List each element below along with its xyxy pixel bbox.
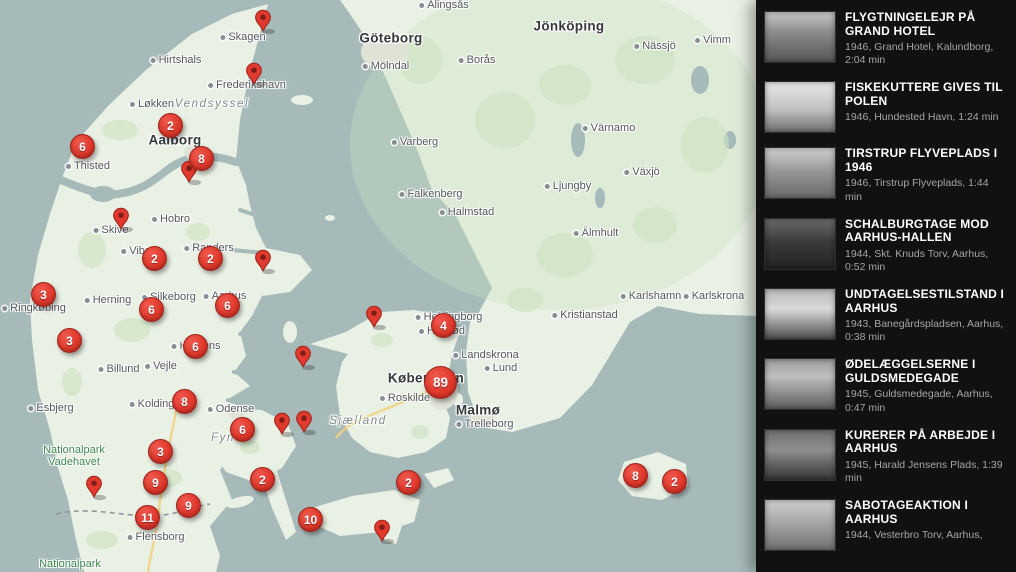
video-meta: 1946, Tirstrup Flyveplads, 1:44 min xyxy=(845,177,1008,203)
video-thumbnail[interactable] xyxy=(764,11,836,63)
video-sidebar: FLYGTNINGELEJR PÅ GRAND HOTEL 1946, Gran… xyxy=(756,0,1016,572)
cluster-count: 2 xyxy=(207,252,214,266)
cluster-marker[interactable]: 10 xyxy=(298,507,323,532)
cluster-count: 3 xyxy=(40,288,47,302)
video-title: TIRSTRUP FLYVEPLADS I 1946 xyxy=(845,147,1008,174)
video-meta: 1944, Vesterbro Torv, Aarhus, xyxy=(845,529,1008,542)
video-text: SABOTAGEAKTION I AARHUS 1944, Vesterbro … xyxy=(845,499,1008,542)
cluster-marker[interactable]: 2 xyxy=(662,469,687,494)
cluster-marker[interactable]: 2 xyxy=(396,470,421,495)
map-clusters-layer: 2 6 8 2 2 3 6 6 3 6 4 8 6 89 3 9 9 11 2 … xyxy=(0,0,756,572)
cluster-marker[interactable]: 3 xyxy=(148,439,173,464)
video-list-item-sabotageaktion-i-aarhus[interactable]: SABOTAGEAKTION I AARHUS 1944, Vesterbro … xyxy=(762,492,1010,558)
cluster-marker[interactable]: 8 xyxy=(189,146,214,171)
cluster-marker[interactable]: 11 xyxy=(135,505,160,530)
video-meta: 1944, Skt. Knuds Torv, Aarhus, 0:52 min xyxy=(845,248,1008,274)
video-meta: 1945, Harald Jensens Plads, 1:39 min xyxy=(845,459,1008,485)
video-text: FLYGTNINGELEJR PÅ GRAND HOTEL 1946, Gran… xyxy=(845,11,1008,67)
app-window: Skagen Hirtshals Frederikshavn Løkken Ve… xyxy=(0,0,1016,572)
cluster-count: 4 xyxy=(440,319,447,333)
video-thumbnail[interactable] xyxy=(764,218,836,270)
video-list-item-kurerer-p-arbejde-i-aarhus[interactable]: KURERER PÅ ARBEJDE I AARHUS 1945, Harald… xyxy=(762,422,1010,492)
video-meta: 1945, Guldsmedegade, Aarhus, 0:47 min xyxy=(845,388,1008,414)
video-title: SCHALBURGTAGE MOD AARHUS-HALLEN xyxy=(845,218,1008,245)
cluster-marker[interactable]: 8 xyxy=(172,389,197,414)
cluster-count: 6 xyxy=(239,423,246,437)
cluster-count: 2 xyxy=(167,119,174,133)
cluster-count: 8 xyxy=(632,469,639,483)
cluster-count: 11 xyxy=(141,511,154,525)
cluster-count: 3 xyxy=(66,334,73,348)
video-list-item-del-ggelserne-i-guldsmedegade[interactable]: ØDELÆGGELSERNE I GULDSMEDEGADE 1945, Gul… xyxy=(762,351,1010,421)
video-thumbnail[interactable] xyxy=(764,288,836,340)
video-text: UNDTAGELSESTILSTAND I AARHUS 1943, Baneg… xyxy=(845,288,1008,344)
cluster-marker[interactable]: 6 xyxy=(70,134,95,159)
cluster-marker[interactable]: 89 xyxy=(424,366,457,399)
map-canvas[interactable]: Skagen Hirtshals Frederikshavn Løkken Ve… xyxy=(0,0,756,572)
video-title: FISKEKUTTERE GIVES TIL POLEN xyxy=(845,81,1008,108)
video-list-item-undtagelsestilstand-i-aarhus[interactable]: UNDTAGELSESTILSTAND I AARHUS 1943, Baneg… xyxy=(762,281,1010,351)
cluster-marker[interactable]: 6 xyxy=(230,417,255,442)
cluster-count: 2 xyxy=(151,252,158,266)
cluster-count: 2 xyxy=(405,476,412,490)
video-thumbnail[interactable] xyxy=(764,81,836,133)
cluster-marker[interactable]: 9 xyxy=(143,470,168,495)
cluster-count: 8 xyxy=(181,395,188,409)
cluster-marker[interactable]: 6 xyxy=(215,293,240,318)
video-thumbnail[interactable] xyxy=(764,429,836,481)
cluster-count: 6 xyxy=(192,340,199,354)
video-title: ØDELÆGGELSERNE I GULDSMEDEGADE xyxy=(845,358,1008,385)
video-text: SCHALBURGTAGE MOD AARHUS-HALLEN 1944, Sk… xyxy=(845,218,1008,274)
video-meta: 1946, Hundested Havn, 1:24 min xyxy=(845,111,1008,124)
cluster-count: 6 xyxy=(79,140,86,154)
video-text: TIRSTRUP FLYVEPLADS I 1946 1946, Tirstru… xyxy=(845,147,1008,203)
cluster-count: 9 xyxy=(152,476,159,490)
cluster-count: 89 xyxy=(433,375,448,390)
video-list-item-schalburgtage-mod-aarhus-hallen[interactable]: SCHALBURGTAGE MOD AARHUS-HALLEN 1944, Sk… xyxy=(762,211,1010,281)
cluster-marker[interactable]: 6 xyxy=(183,334,208,359)
cluster-marker[interactable]: 8 xyxy=(623,463,648,488)
video-list-item-tirstrup-flyveplads-i-1946[interactable]: TIRSTRUP FLYVEPLADS I 1946 1946, Tirstru… xyxy=(762,140,1010,210)
video-title: SABOTAGEAKTION I AARHUS xyxy=(845,499,1008,526)
video-thumbnail[interactable] xyxy=(764,358,836,410)
video-text: KURERER PÅ ARBEJDE I AARHUS 1945, Harald… xyxy=(845,429,1008,485)
video-title: UNDTAGELSESTILSTAND I AARHUS xyxy=(845,288,1008,315)
cluster-count: 2 xyxy=(259,473,266,487)
cluster-marker[interactable]: 9 xyxy=(176,493,201,518)
cluster-marker[interactable]: 3 xyxy=(57,328,82,353)
video-list-item-fiskekuttere-gives-til-polen[interactable]: FISKEKUTTERE GIVES TIL POLEN 1946, Hunde… xyxy=(762,74,1010,140)
video-text: FISKEKUTTERE GIVES TIL POLEN 1946, Hunde… xyxy=(845,81,1008,124)
cluster-marker[interactable]: 2 xyxy=(250,467,275,492)
video-list-item-flygtningelejr-p-grand-hotel[interactable]: FLYGTNINGELEJR PÅ GRAND HOTEL 1946, Gran… xyxy=(762,4,1010,74)
video-thumbnail[interactable] xyxy=(764,499,836,551)
cluster-count: 8 xyxy=(198,152,205,166)
video-text: ØDELÆGGELSERNE I GULDSMEDEGADE 1945, Gul… xyxy=(845,358,1008,414)
video-list: FLYGTNINGELEJR PÅ GRAND HOTEL 1946, Gran… xyxy=(762,4,1010,558)
cluster-marker[interactable]: 4 xyxy=(431,313,456,338)
cluster-count: 3 xyxy=(157,445,164,459)
cluster-count: 10 xyxy=(304,513,317,527)
cluster-marker[interactable]: 6 xyxy=(139,297,164,322)
cluster-count: 9 xyxy=(185,499,192,513)
cluster-marker[interactable]: 2 xyxy=(142,246,167,271)
video-thumbnail[interactable] xyxy=(764,147,836,199)
video-meta: 1943, Banegårdspladsen, Aarhus, 0:38 min xyxy=(845,318,1008,344)
video-title: KURERER PÅ ARBEJDE I AARHUS xyxy=(845,429,1008,456)
cluster-count: 6 xyxy=(148,303,155,317)
cluster-count: 6 xyxy=(224,299,231,313)
cluster-marker[interactable]: 2 xyxy=(198,246,223,271)
video-meta: 1946, Grand Hotel, Kalundborg, 2:04 min xyxy=(845,41,1008,67)
cluster-marker[interactable]: 3 xyxy=(31,282,56,307)
video-title: FLYGTNINGELEJR PÅ GRAND HOTEL xyxy=(845,11,1008,38)
cluster-count: 2 xyxy=(671,475,678,489)
cluster-marker[interactable]: 2 xyxy=(158,113,183,138)
